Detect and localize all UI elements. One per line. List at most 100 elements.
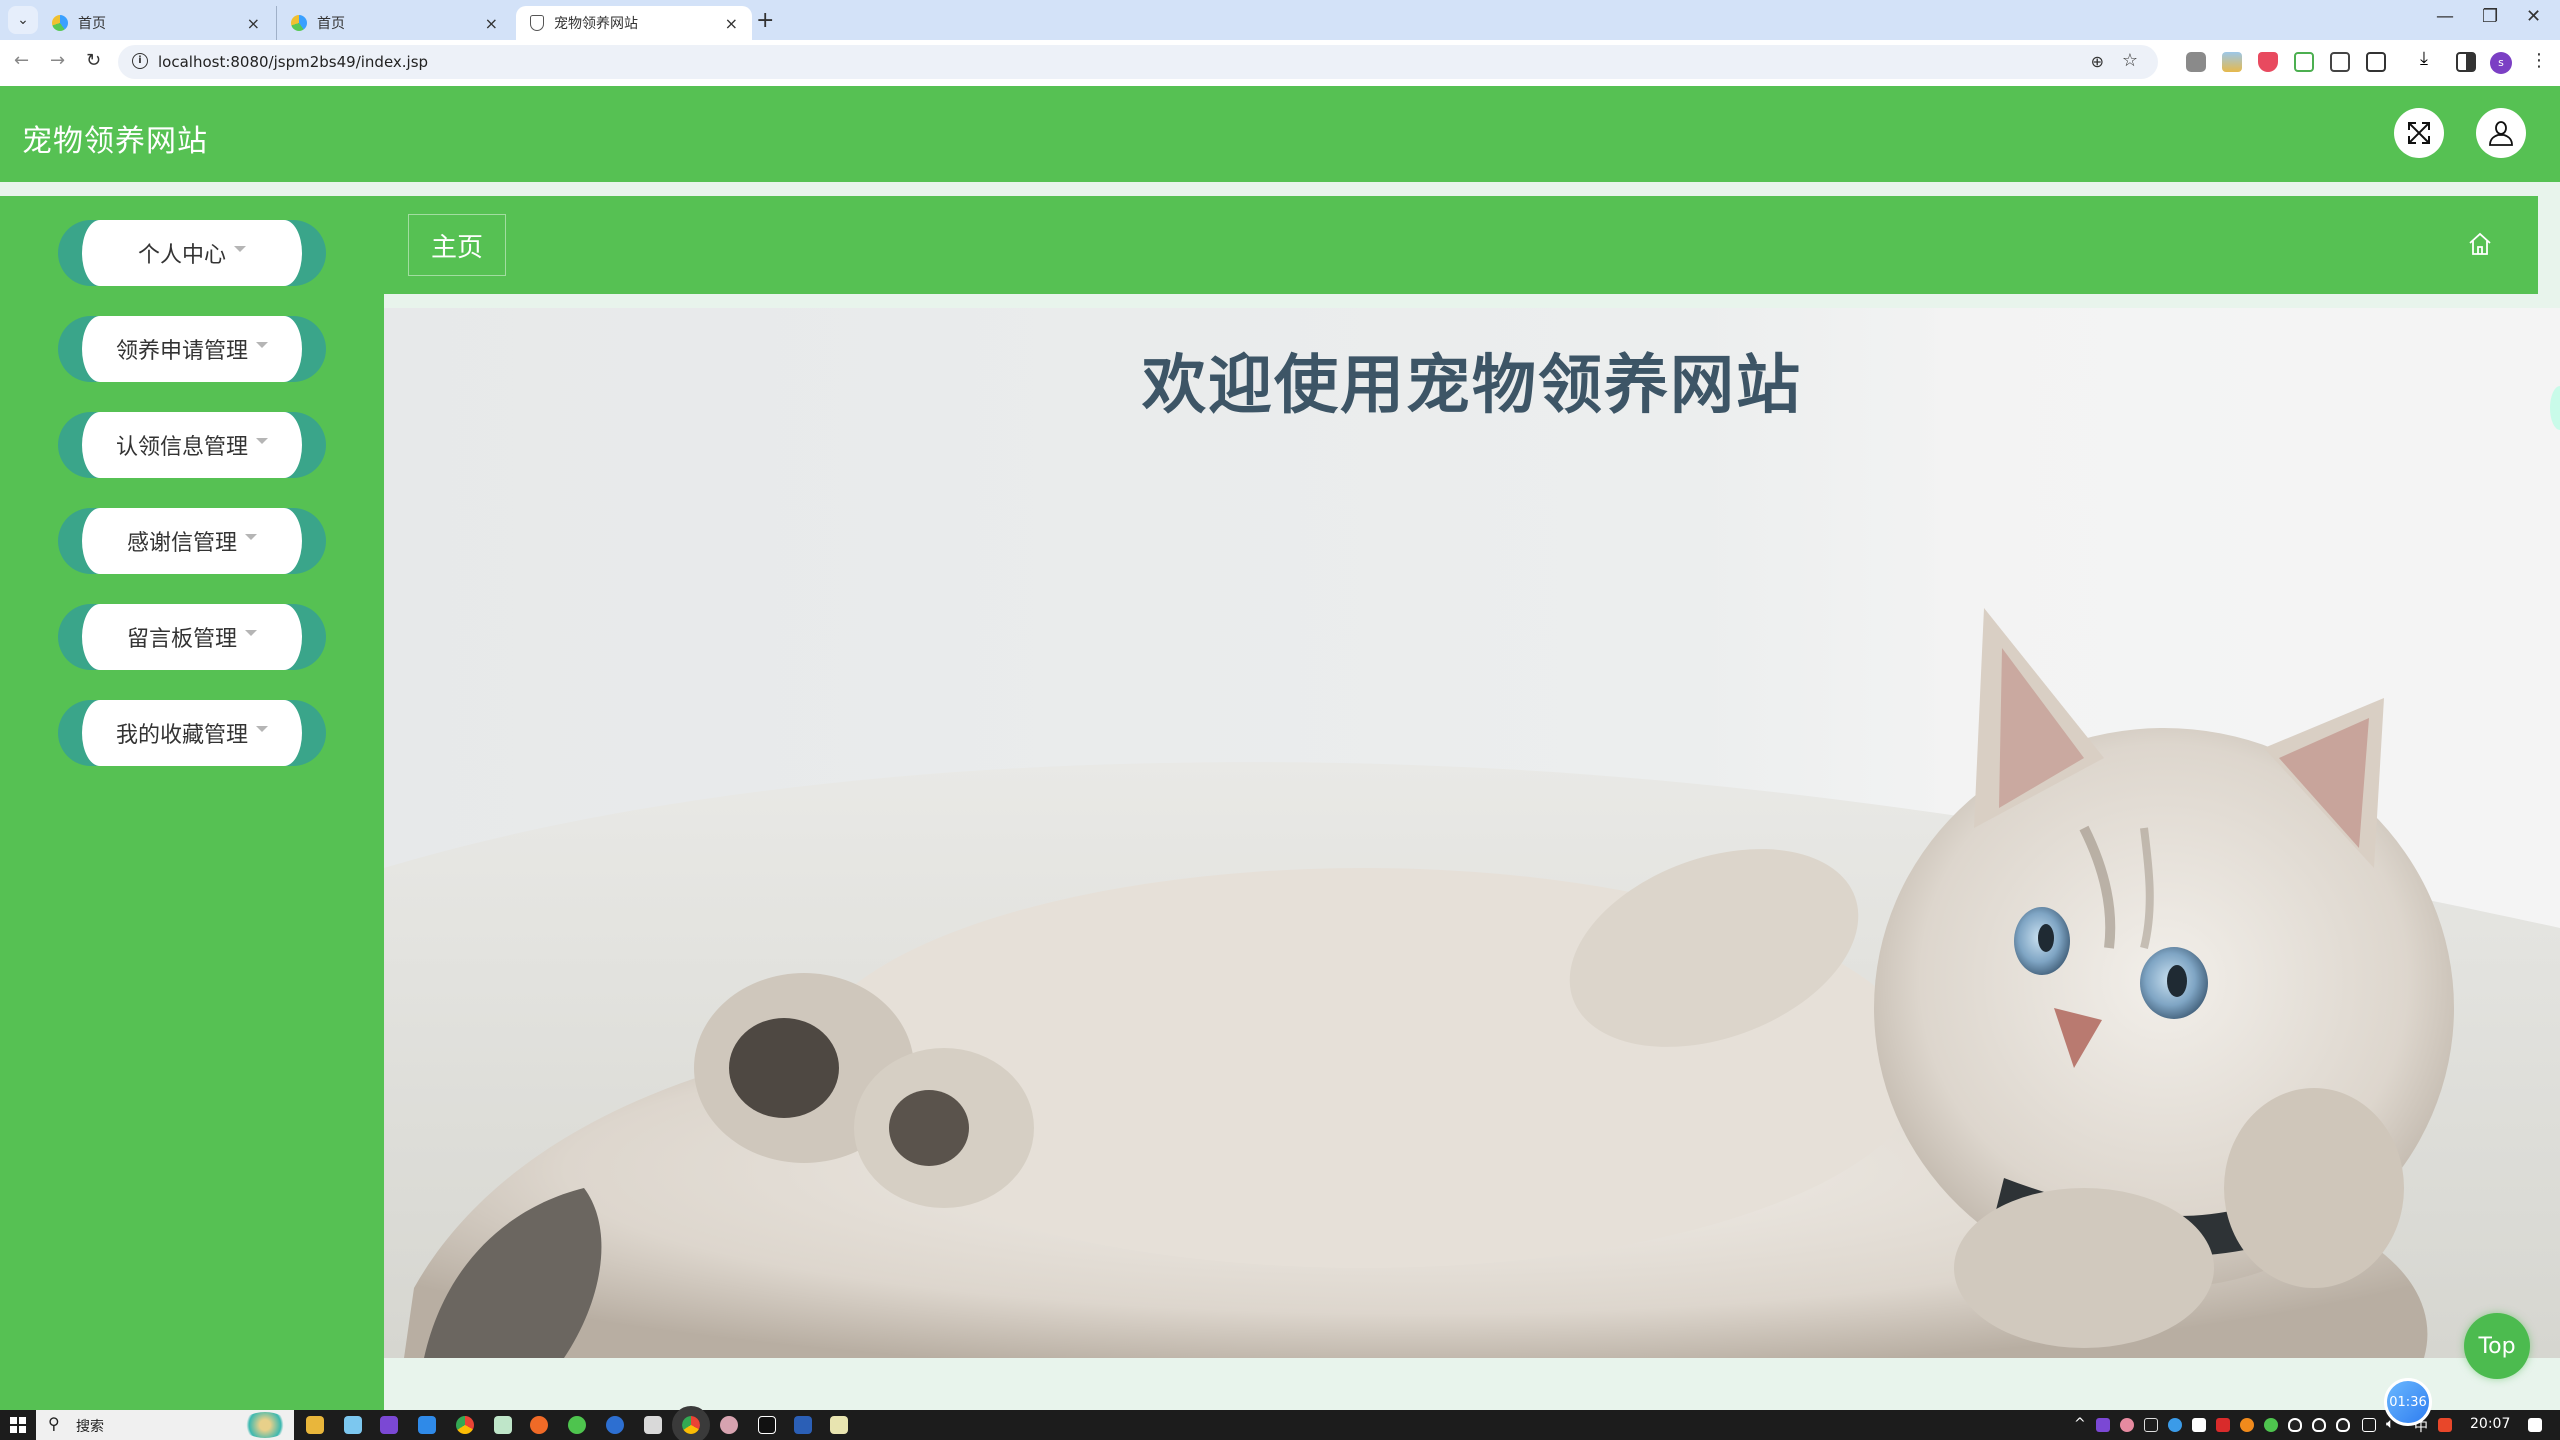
- wechat-icon[interactable]: [568, 1416, 586, 1434]
- tray-search-icon[interactable]: [2240, 1418, 2254, 1432]
- sidebar-item-claim-info[interactable]: 认领信息管理: [58, 412, 326, 478]
- app-icon[interactable]: [344, 1416, 362, 1434]
- tab-title: 首页: [78, 16, 106, 32]
- taskbar-clock[interactable]: 20:07: [2470, 1416, 2510, 1432]
- site-info-icon[interactable]: i: [132, 53, 148, 69]
- tray-app-icon[interactable]: [2192, 1418, 2206, 1432]
- os-taskbar: ⚲ 搜索 ^ 🔈︎ 中 20:07: [0, 1406, 2560, 1440]
- zoom-magnifier-icon[interactable]: ⊕: [2091, 52, 2104, 71]
- more-menu-icon[interactable]: ⋮: [2530, 50, 2548, 71]
- taskbar-search-input[interactable]: ⚲ 搜索: [36, 1410, 294, 1440]
- sogou-ime-icon[interactable]: [2438, 1418, 2452, 1432]
- profile-avatar[interactable]: s: [2490, 52, 2512, 74]
- tab-title: 首页: [317, 16, 345, 32]
- app-header: 宠物领养网站: [0, 86, 2560, 182]
- browser-tab[interactable]: 首页 ×: [38, 6, 274, 40]
- adblock-shield-icon[interactable]: [2258, 52, 2278, 72]
- fullscreen-icon: [2408, 122, 2430, 144]
- browser-tab-bar: ⌄ 首页 × 首页 × 宠物领养网站 × + — ❐ ✕: [0, 0, 2560, 40]
- close-tab-icon[interactable]: ×: [485, 14, 498, 33]
- close-window-icon[interactable]: ✕: [2526, 6, 2541, 27]
- puzzle-extensions-icon[interactable]: [2366, 52, 2386, 72]
- sidebar-item-label: 个人中心: [137, 243, 226, 268]
- chrome-active-icon[interactable]: [672, 1406, 710, 1440]
- caret-down-icon: [245, 630, 257, 636]
- kitten-photo: [384, 308, 2560, 1358]
- user-icon: [2489, 121, 2513, 146]
- caret-down-icon: [234, 246, 246, 252]
- address-bar[interactable]: i localhost:8080/jspm2bs49/index.jsp ⊕ ☆: [118, 45, 2158, 79]
- browser-tab-active[interactable]: 宠物领养网站 ×: [516, 6, 752, 40]
- browser-tab[interactable]: 首页 ×: [276, 6, 512, 40]
- reload-icon[interactable]: ↻: [86, 50, 101, 71]
- tray-app-icon[interactable]: [2096, 1418, 2110, 1432]
- image-extension-icon[interactable]: [2222, 52, 2242, 72]
- firefox-icon[interactable]: [530, 1416, 548, 1434]
- sidebar-item-message-board[interactable]: 留言板管理: [58, 604, 326, 670]
- tray-app-icon[interactable]: [2216, 1418, 2230, 1432]
- app-icon[interactable]: [494, 1416, 512, 1434]
- tab-search-button[interactable]: ⌄: [8, 6, 38, 34]
- url-text[interactable]: localhost:8080/jspm2bs49/index.jsp: [158, 53, 428, 71]
- camera-extension-icon[interactable]: [2186, 52, 2206, 72]
- word-icon[interactable]: [794, 1416, 812, 1434]
- intellij-icon[interactable]: [758, 1416, 776, 1434]
- notepad-icon[interactable]: [830, 1416, 848, 1434]
- tray-app-icon[interactable]: [2120, 1418, 2134, 1432]
- network-icon[interactable]: [2362, 1418, 2376, 1432]
- caret-down-icon: [256, 438, 268, 444]
- close-tab-icon[interactable]: ×: [725, 14, 738, 33]
- tray-wechat-icon[interactable]: [2264, 1418, 2278, 1432]
- caret-down-icon: [256, 726, 268, 732]
- close-tab-icon[interactable]: ×: [247, 14, 260, 33]
- tray-qq-icon[interactable]: [2288, 1418, 2302, 1432]
- taskbar-search-placeholder: 搜索: [76, 1419, 104, 1435]
- tray-app-icon[interactable]: [2144, 1418, 2158, 1432]
- sidebar-item-personal-center[interactable]: 个人中心: [58, 220, 326, 286]
- app-icon[interactable]: [380, 1416, 398, 1434]
- forward-arrow-icon[interactable]: →: [50, 50, 65, 71]
- chevron-down-icon: ⌄: [17, 12, 29, 28]
- chrome-icon[interactable]: [456, 1416, 474, 1434]
- user-menu-button[interactable]: [2476, 108, 2526, 158]
- sidebar: 个人中心 领养申请管理 认领信息管理 感谢信管理 留言板管理 我的收藏管理: [0, 196, 384, 1410]
- shield-favicon-icon: [530, 15, 544, 31]
- copy-extension-icon[interactable]: [2330, 52, 2350, 72]
- home-icon[interactable]: [2468, 232, 2492, 256]
- download-icon[interactable]: ⤓: [2420, 48, 2440, 69]
- tray-expand-icon[interactable]: ^: [2074, 1416, 2086, 1432]
- caret-down-icon: [256, 342, 268, 348]
- fullscreen-button[interactable]: [2394, 108, 2444, 158]
- app-icon[interactable]: [418, 1416, 436, 1434]
- tab-title: 宠物领养网站: [554, 16, 638, 32]
- site-favicon-icon: [291, 15, 307, 31]
- new-tab-button[interactable]: +: [756, 8, 774, 33]
- side-panel-icon[interactable]: [2456, 52, 2476, 72]
- restore-window-icon[interactable]: ❐: [2482, 6, 2498, 27]
- tray-app-icon[interactable]: [2168, 1418, 2182, 1432]
- app-title: 宠物领养网站: [22, 124, 208, 159]
- sidebar-item-adoption-application[interactable]: 领养申请管理: [58, 316, 326, 382]
- sidebar-item-label: 领养申请管理: [115, 339, 248, 364]
- minimize-window-icon[interactable]: —: [2436, 6, 2454, 27]
- app-icon[interactable]: [720, 1416, 738, 1434]
- back-to-top-button[interactable]: Top: [2464, 1313, 2530, 1379]
- sidebar-item-thank-you-letters[interactable]: 感谢信管理: [58, 508, 326, 574]
- search-icon: ⚲: [48, 1414, 60, 1433]
- app-icon[interactable]: [644, 1416, 662, 1434]
- app-icon[interactable]: [606, 1416, 624, 1434]
- back-arrow-icon[interactable]: ←: [14, 50, 29, 71]
- extension-search-icon[interactable]: [2294, 52, 2314, 72]
- sidebar-item-label: 认领信息管理: [115, 435, 248, 460]
- notification-icon[interactable]: [2528, 1418, 2542, 1432]
- recording-timer-badge[interactable]: 01:36: [2384, 1378, 2432, 1426]
- tray-qq-icon[interactable]: [2312, 1418, 2326, 1432]
- bookmark-star-icon[interactable]: ☆: [2122, 50, 2138, 71]
- tray-qq-icon[interactable]: [2336, 1418, 2350, 1432]
- breadcrumb-home-tab[interactable]: 主页: [408, 214, 506, 276]
- windows-start-icon[interactable]: [10, 1417, 26, 1433]
- file-explorer-icon[interactable]: [306, 1416, 324, 1434]
- sidebar-item-my-favorites[interactable]: 我的收藏管理: [58, 700, 326, 766]
- breadcrumb: 主页: [384, 196, 2538, 294]
- sidebar-item-label: 留言板管理: [126, 627, 237, 652]
